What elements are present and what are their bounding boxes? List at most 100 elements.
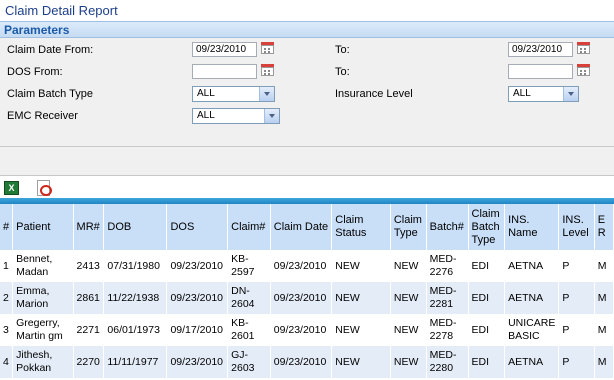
cell-batch: MED-2276 xyxy=(426,250,469,282)
cell-dob: 06/01/1973 xyxy=(103,314,168,346)
export-toolbar: X xyxy=(0,178,614,198)
cell-dob: 07/31/1980 xyxy=(103,250,168,282)
cell-mr: 2861 xyxy=(73,282,105,314)
claim-grid: # Patient MR# DOB DOS Claim# Claim Date … xyxy=(0,204,614,378)
claim-batch-type-select[interactable]: ALL xyxy=(192,86,275,102)
column-header[interactable]: Patient xyxy=(12,204,74,250)
table-row[interactable]: 4 Jithesh, Pokkan 2270 11/11/1977 09/23/… xyxy=(0,346,614,378)
column-header[interactable]: Claim Batch Type xyxy=(468,204,506,250)
column-header[interactable]: # xyxy=(0,204,14,250)
claim-date-to-input[interactable]: 09/23/2010 xyxy=(508,42,573,57)
insurance-level-value: ALL xyxy=(513,88,531,99)
cell-batch: MED-2281 xyxy=(426,282,469,314)
cell-claim: DN-2604 xyxy=(227,282,271,314)
cell-ins-level: P xyxy=(558,250,595,282)
column-header[interactable]: Claim Date xyxy=(270,204,333,250)
excel-icon[interactable]: X xyxy=(4,181,19,195)
calendar-icon[interactable] xyxy=(577,64,590,76)
cell-claim-date: 09/23/2010 xyxy=(270,314,333,346)
cell-type: NEW xyxy=(390,346,427,378)
cell-patient: Jithesh, Pokkan xyxy=(12,346,74,378)
cell-batch-type: EDI xyxy=(468,250,506,282)
cell-dob: 11/22/1938 xyxy=(103,282,168,314)
cell-patient: Bennet, Madan xyxy=(12,250,74,282)
parameters-header-label: Parameters xyxy=(4,23,70,37)
cell-status: NEW xyxy=(331,250,391,282)
column-header[interactable]: Claim# xyxy=(227,204,271,250)
parameters-panel: Claim Date From: 09/23/2010 To: 09/23/20… xyxy=(0,38,614,146)
cell-dos: 09/23/2010 xyxy=(166,282,229,314)
calendar-icon[interactable] xyxy=(261,42,274,54)
cell-claim: KB-2597 xyxy=(227,250,271,282)
cell-extra: M xyxy=(594,346,614,378)
cell-dos: 09/23/2010 xyxy=(166,346,229,378)
cell-ins-name: AETNA xyxy=(504,346,560,378)
cell-mr: 2271 xyxy=(73,314,105,346)
cell-ins-name: AETNA xyxy=(504,250,560,282)
chevron-down-icon[interactable] xyxy=(259,87,274,101)
column-header[interactable]: DOS xyxy=(166,204,229,250)
claim-batch-type-label: Claim Batch Type xyxy=(7,88,94,100)
insurance-level-label: Insurance Level xyxy=(335,88,413,100)
calendar-icon[interactable] xyxy=(577,42,590,54)
dos-to-input[interactable] xyxy=(508,64,573,79)
cell-num: 1 xyxy=(0,250,14,282)
cell-type: NEW xyxy=(390,250,427,282)
cell-num: 2 xyxy=(0,282,14,314)
cell-mr: 2270 xyxy=(73,346,105,378)
cell-mr: 2413 xyxy=(73,250,105,282)
report-title: Claim Detail Report xyxy=(5,3,118,18)
dos-to-label: To: xyxy=(335,66,350,78)
chevron-down-icon[interactable] xyxy=(563,87,578,101)
cell-extra: M xyxy=(594,250,614,282)
column-header[interactable]: Claim Type xyxy=(390,204,427,250)
emc-receiver-label: EMC Receiver xyxy=(7,110,78,122)
cell-extra: M xyxy=(594,314,614,346)
dos-from-input[interactable] xyxy=(192,64,257,79)
claim-date-from-input[interactable]: 09/23/2010 xyxy=(192,42,257,57)
cell-claim-date: 09/23/2010 xyxy=(270,282,333,314)
cell-patient: Emma, Marion xyxy=(12,282,74,314)
column-header[interactable]: DOB xyxy=(103,204,168,250)
cell-batch: MED-2280 xyxy=(426,346,469,378)
cell-ins-level: P xyxy=(558,282,595,314)
parameters-header: Parameters xyxy=(0,21,614,38)
column-header[interactable]: INS. Level xyxy=(558,204,595,250)
cell-num: 3 xyxy=(0,314,14,346)
cell-claim-date: 09/23/2010 xyxy=(270,250,333,282)
claim-batch-type-value: ALL xyxy=(197,88,215,99)
column-header[interactable]: Claim Status xyxy=(331,204,391,250)
cell-status: NEW xyxy=(331,314,391,346)
chevron-down-icon[interactable] xyxy=(264,109,279,123)
cell-num: 4 xyxy=(0,346,14,378)
cell-batch-type: EDI xyxy=(468,314,506,346)
cell-type: NEW xyxy=(390,282,427,314)
cell-status: NEW xyxy=(331,282,391,314)
cell-claim-date: 09/23/2010 xyxy=(270,346,333,378)
cell-batch: MED-2278 xyxy=(426,314,469,346)
table-row[interactable]: 2 Emma, Marion 2861 11/22/1938 09/23/201… xyxy=(0,282,614,314)
calendar-icon[interactable] xyxy=(261,64,274,76)
table-row[interactable]: 1 Bennet, Madan 2413 07/31/1980 09/23/20… xyxy=(0,250,614,282)
table-row[interactable]: 3 Gregerry, Martin gm 2271 06/01/1973 09… xyxy=(0,314,614,346)
emc-receiver-select[interactable]: ALL xyxy=(192,108,280,124)
cell-dos: 09/23/2010 xyxy=(166,250,229,282)
claim-date-from-label: Claim Date From: xyxy=(7,44,94,56)
cell-batch-type: EDI xyxy=(468,346,506,378)
cell-extra: M xyxy=(594,282,614,314)
cell-claim: GJ-2603 xyxy=(227,346,271,378)
column-header[interactable]: Batch# xyxy=(426,204,469,250)
insurance-level-select[interactable]: ALL xyxy=(508,86,579,102)
column-header[interactable]: INS. Name xyxy=(504,204,560,250)
dos-from-label: DOS From: xyxy=(7,66,63,78)
parameters-footer xyxy=(0,146,614,176)
cell-batch-type: EDI xyxy=(468,282,506,314)
cell-status: NEW xyxy=(331,346,391,378)
claim-date-to-label: To: xyxy=(335,44,350,56)
cell-ins-level: P xyxy=(558,314,595,346)
emc-receiver-value: ALL xyxy=(197,110,215,121)
column-header[interactable]: E R xyxy=(594,204,614,250)
pdf-icon[interactable] xyxy=(37,180,52,196)
cell-ins-name: UNICARE BASIC xyxy=(504,314,560,346)
column-header[interactable]: MR# xyxy=(73,204,105,250)
